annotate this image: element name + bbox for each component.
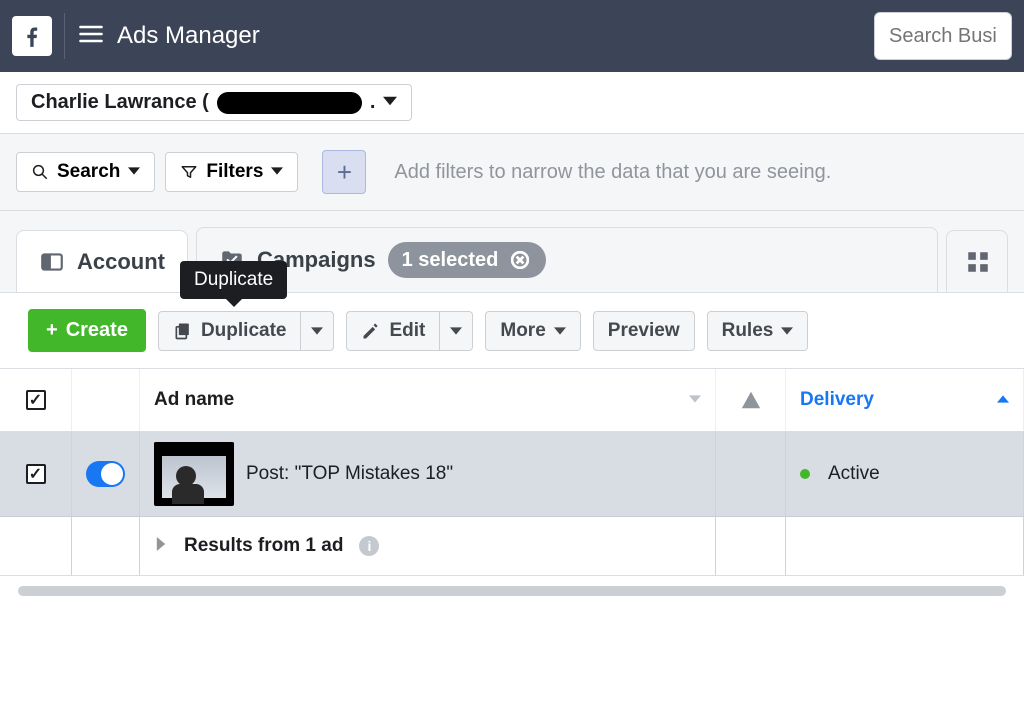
chevron-down-icon bbox=[450, 325, 462, 337]
account-bar: Charlie Lawrance ( . bbox=[0, 72, 1024, 134]
select-all-checkbox[interactable] bbox=[26, 390, 46, 410]
edit-button[interactable]: Edit bbox=[346, 311, 439, 351]
search-button[interactable]: Search bbox=[16, 152, 155, 192]
app-title: Ads Manager bbox=[117, 22, 260, 50]
duplicate-group: Duplicate bbox=[158, 311, 335, 351]
filter-bar: Search Filters + Add filters to narrow t… bbox=[0, 134, 1024, 211]
tooltip-text: Duplicate bbox=[194, 269, 273, 290]
duplicate-icon bbox=[173, 321, 193, 341]
preview-button[interactable]: Preview bbox=[593, 311, 695, 351]
sort-delivery-button[interactable] bbox=[997, 389, 1009, 411]
chevron-down-icon bbox=[781, 325, 793, 337]
search-icon bbox=[31, 163, 49, 181]
filter-icon bbox=[180, 163, 198, 181]
chevron-down-icon bbox=[383, 91, 397, 114]
plus-icon: + bbox=[46, 319, 58, 342]
account-redacted bbox=[217, 92, 362, 114]
chevron-down-icon bbox=[311, 325, 323, 337]
duplicate-button[interactable]: Duplicate bbox=[158, 311, 301, 351]
account-name-suffix: . bbox=[370, 91, 376, 114]
results-label: Results from 1 ad bbox=[184, 535, 343, 557]
plus-icon: + bbox=[337, 157, 352, 188]
separator bbox=[64, 13, 65, 59]
create-button-label: Create bbox=[66, 319, 128, 342]
edit-dropdown[interactable] bbox=[439, 311, 473, 351]
info-icon[interactable]: i bbox=[359, 536, 379, 556]
header-ad-name[interactable]: Ad name bbox=[140, 369, 716, 431]
menu-button[interactable] bbox=[77, 20, 105, 53]
ad-name-header-label: Ad name bbox=[154, 389, 234, 411]
delivery-status: Active bbox=[828, 463, 880, 485]
table-row[interactable]: Post: "TOP Mistakes 18" Active bbox=[0, 432, 1024, 517]
footer-results: Results from 1 ad i bbox=[140, 517, 716, 575]
chevron-down-icon bbox=[554, 325, 566, 337]
pencil-icon bbox=[361, 321, 381, 341]
warning-icon bbox=[740, 389, 762, 411]
footer-spacer bbox=[716, 517, 786, 575]
facebook-logo[interactable] bbox=[12, 16, 52, 56]
footer-spacer bbox=[786, 517, 1024, 575]
ads-table: Ad name Delivery Post: "TOP Mistakes 18"… bbox=[0, 369, 1024, 596]
filter-hint: Add filters to narrow the data that you … bbox=[394, 161, 831, 184]
duplicate-button-label: Duplicate bbox=[201, 320, 287, 342]
selected-count-label: 1 selected bbox=[402, 249, 499, 272]
table-footer: Results from 1 ad i bbox=[0, 517, 1024, 576]
ad-name[interactable]: Post: "TOP Mistakes 18" bbox=[246, 463, 453, 485]
more-button-label: More bbox=[500, 320, 545, 342]
edit-button-label: Edit bbox=[389, 320, 425, 342]
tab-bar: Account Campaigns 1 selected bbox=[0, 211, 1024, 293]
row-checkbox[interactable] bbox=[26, 464, 46, 484]
row-warning-cell bbox=[716, 432, 786, 516]
overview-icon bbox=[39, 249, 65, 275]
preview-button-label: Preview bbox=[608, 320, 680, 342]
row-name-cell: Post: "TOP Mistakes 18" bbox=[140, 432, 716, 516]
tab-account-overview[interactable]: Account bbox=[16, 230, 188, 292]
row-checkbox-cell bbox=[0, 432, 72, 516]
chevron-down-icon bbox=[271, 161, 283, 183]
add-filter-button[interactable]: + bbox=[322, 150, 366, 194]
rules-button[interactable]: Rules bbox=[707, 311, 809, 351]
row-toggle[interactable] bbox=[86, 461, 125, 487]
tab-label: Account bbox=[77, 249, 165, 275]
footer-spacer bbox=[72, 517, 140, 575]
account-selector[interactable]: Charlie Lawrance ( . bbox=[16, 84, 412, 121]
ad-thumbnail bbox=[154, 442, 234, 506]
header-warnings[interactable] bbox=[716, 369, 786, 431]
tooltip: Duplicate bbox=[180, 261, 287, 299]
action-toolbar: Duplicate + Create Duplicate Edit More P… bbox=[0, 293, 1024, 369]
filters-button[interactable]: Filters bbox=[165, 152, 298, 192]
header-checkbox-cell bbox=[0, 369, 72, 431]
rules-button-label: Rules bbox=[722, 320, 774, 342]
more-button[interactable]: More bbox=[485, 311, 580, 351]
selected-badge: 1 selected bbox=[388, 242, 547, 278]
facebook-icon bbox=[19, 23, 45, 49]
top-nav: Ads Manager bbox=[0, 0, 1024, 72]
expand-results-button[interactable] bbox=[154, 535, 168, 557]
row-delivery-cell: Active bbox=[786, 432, 1024, 516]
clear-selection-button[interactable] bbox=[508, 248, 532, 272]
chevron-down-icon bbox=[128, 161, 140, 183]
sort-adname-button[interactable] bbox=[689, 389, 701, 411]
duplicate-dropdown[interactable] bbox=[300, 311, 334, 351]
status-dot bbox=[800, 469, 810, 479]
create-button[interactable]: + Create bbox=[28, 309, 146, 352]
account-name-prefix: Charlie Lawrance ( bbox=[31, 91, 209, 114]
grid-icon bbox=[965, 249, 991, 275]
header-delivery[interactable]: Delivery bbox=[786, 369, 1024, 431]
tab-campaigns[interactable]: Campaigns 1 selected bbox=[196, 227, 938, 292]
hamburger-icon bbox=[77, 20, 105, 48]
horizontal-scrollbar[interactable] bbox=[18, 586, 1006, 596]
delivery-header-label: Delivery bbox=[800, 389, 874, 411]
header-toggle-cell bbox=[72, 369, 140, 431]
scrollbar-thumb[interactable] bbox=[18, 586, 1006, 596]
tab-ad-sets[interactable] bbox=[946, 230, 1008, 292]
edit-group: Edit bbox=[346, 311, 473, 351]
filters-button-label: Filters bbox=[206, 161, 263, 183]
footer-spacer bbox=[0, 517, 72, 575]
table-header: Ad name Delivery bbox=[0, 369, 1024, 432]
search-input[interactable] bbox=[874, 12, 1012, 60]
row-toggle-cell bbox=[72, 432, 140, 516]
top-search-wrap bbox=[874, 12, 1012, 60]
search-button-label: Search bbox=[57, 161, 120, 183]
